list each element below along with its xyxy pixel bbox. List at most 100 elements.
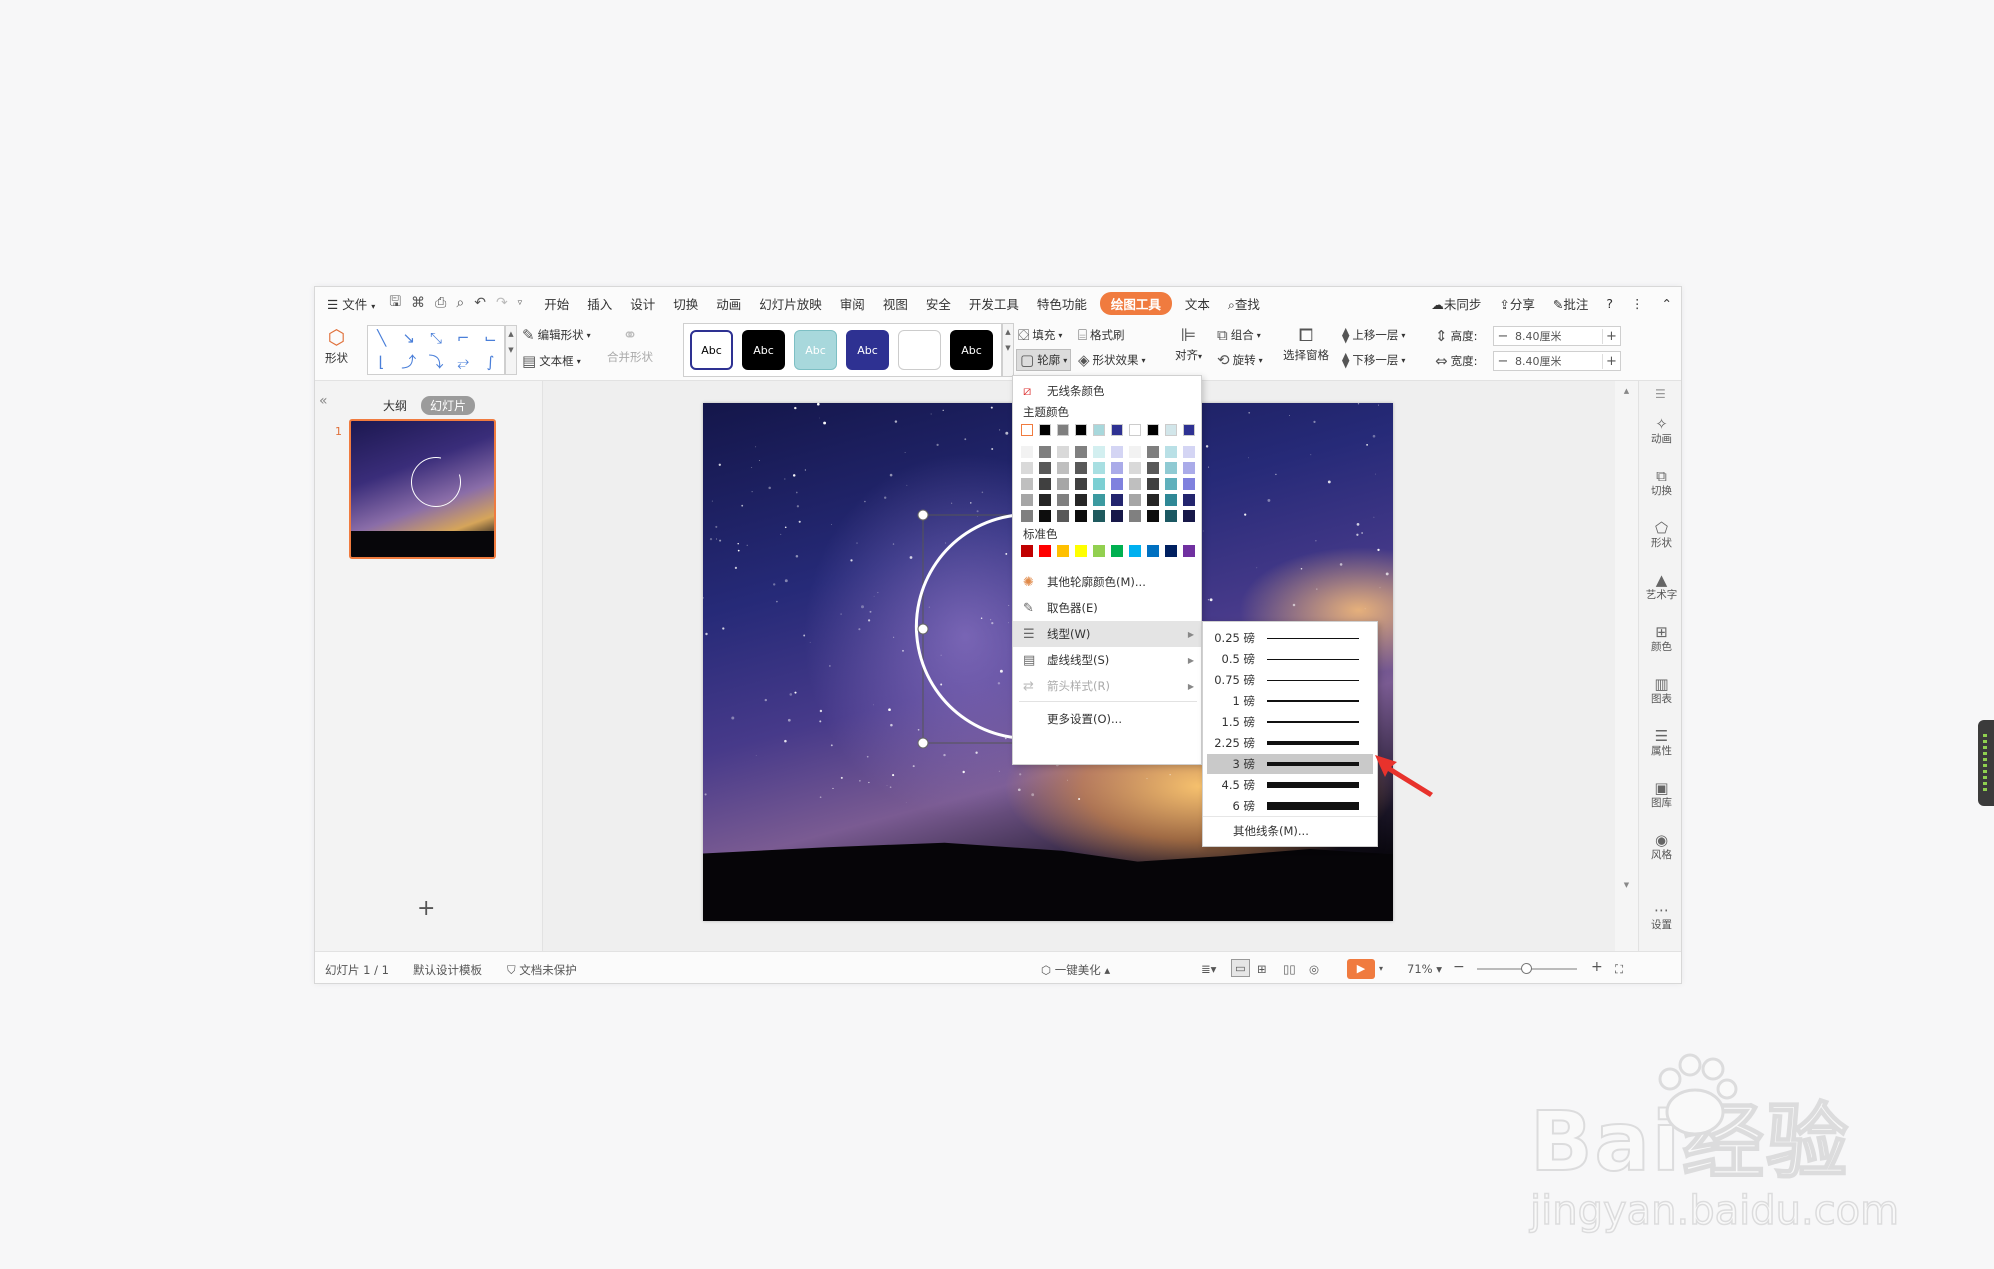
- standard-color-swatch[interactable]: [1147, 545, 1159, 557]
- collapse-panel-icon[interactable]: «: [319, 393, 328, 409]
- shade-color-swatch[interactable]: [1075, 462, 1087, 474]
- fill-button[interactable]: ⛋ 填充 ▾: [1018, 326, 1062, 344]
- shade-color-swatch[interactable]: [1093, 462, 1105, 474]
- shade-color-swatch[interactable]: [1129, 462, 1141, 474]
- style-gallery-scroll[interactable]: ▲ ▼: [1002, 323, 1014, 377]
- shade-color-swatch[interactable]: [1111, 462, 1123, 474]
- tab-5[interactable]: 幻灯片放映: [750, 294, 831, 313]
- floating-side-widget[interactable]: [1978, 720, 1994, 806]
- tool-transition[interactable]: ⧉ 切换: [1639, 467, 1681, 498]
- standard-color-swatch[interactable]: [1057, 545, 1069, 557]
- format-painter-button[interactable]: ⌸ 格式刷: [1078, 326, 1125, 344]
- undo-icon[interactable]: ↶: [469, 295, 491, 311]
- reading-view-icon[interactable]: ▯▯: [1283, 962, 1296, 976]
- shade-color-swatch[interactable]: [1147, 462, 1159, 474]
- format-painter-icon[interactable]: ⌘: [406, 295, 430, 311]
- line-weight-option[interactable]: 3 磅: [1207, 754, 1373, 774]
- pin-icon[interactable]: ☰: [1655, 387, 1666, 401]
- theme-color-swatch[interactable]: [1021, 424, 1033, 436]
- resize-handle-bottom-left[interactable]: [917, 737, 929, 749]
- width-increase-button[interactable]: +: [1602, 353, 1620, 369]
- theme-color-swatch[interactable]: [1147, 424, 1159, 436]
- customize-icon[interactable]: ▿: [513, 298, 528, 308]
- standard-color-swatch[interactable]: [1039, 545, 1051, 557]
- shade-color-swatch[interactable]: [1165, 446, 1177, 458]
- dash-type-option[interactable]: ▤ 虚线线型(S) ▶: [1013, 647, 1201, 673]
- template-name[interactable]: 默认设计模板: [413, 962, 482, 978]
- theme-color-swatch[interactable]: [1129, 424, 1141, 436]
- shade-color-swatch[interactable]: [1165, 494, 1177, 506]
- other-lines-option[interactable]: 其他线条(M)...: [1203, 816, 1377, 844]
- line-weight-option[interactable]: 0.25 磅: [1207, 628, 1373, 648]
- tool-shape[interactable]: ⬠ 形状: [1639, 519, 1681, 550]
- line-weight-option[interactable]: 0.75 磅: [1207, 670, 1373, 690]
- edit-shape-button[interactable]: ✎ 编辑形状 ▾: [522, 326, 591, 344]
- rotate-button[interactable]: ⟲ 旋转 ▾: [1217, 351, 1263, 369]
- shape-effect-button[interactable]: ◈ 形状效果 ▾: [1078, 351, 1146, 369]
- elbow-arrow-icon[interactable]: ⌙: [477, 326, 504, 350]
- width-field[interactable]: − 8.40厘米 +: [1493, 351, 1621, 371]
- style-black[interactable]: Abc: [742, 330, 785, 370]
- tab-6[interactable]: 审阅: [831, 294, 874, 313]
- fit-window-icon[interactable]: ⛶: [1615, 962, 1623, 977]
- shade-color-swatch[interactable]: [1093, 446, 1105, 458]
- shade-color-swatch[interactable]: [1057, 494, 1069, 506]
- normal-view-icon[interactable]: ▭: [1231, 959, 1250, 977]
- style-black-2[interactable]: Abc: [950, 330, 993, 370]
- style-indigo[interactable]: Abc: [846, 330, 889, 370]
- elbow-double-icon[interactable]: ⌊: [368, 350, 395, 374]
- merge-shape-button[interactable]: ⚭ 合并形状: [607, 325, 653, 365]
- shade-color-swatch[interactable]: [1111, 510, 1123, 522]
- save-icon[interactable]: 🖫: [384, 291, 406, 315]
- search-button[interactable]: ⌕查找: [1219, 294, 1269, 313]
- more-settings-option[interactable]: 更多设置(O)...: [1013, 706, 1201, 732]
- shade-color-swatch[interactable]: [1057, 446, 1069, 458]
- height-increase-button[interactable]: +: [1602, 328, 1620, 344]
- gallery-scroll[interactable]: ▲ ▼: [505, 325, 517, 375]
- tab-0[interactable]: 开始: [535, 294, 578, 313]
- theme-color-swatch[interactable]: [1057, 424, 1069, 436]
- curve-double-icon[interactable]: ⥂: [450, 350, 477, 374]
- tab-outline[interactable]: 大纲: [383, 397, 407, 414]
- line-weight-option[interactable]: 1 磅: [1207, 691, 1373, 711]
- tab-2[interactable]: 设计: [621, 294, 664, 313]
- shade-color-swatch[interactable]: [1183, 446, 1195, 458]
- shade-color-swatch[interactable]: [1183, 494, 1195, 506]
- file-menu[interactable]: ☰ 文件 ▾: [315, 294, 384, 313]
- double-arrow-shape-icon[interactable]: ⤡: [422, 326, 449, 350]
- shade-color-swatch[interactable]: [1147, 446, 1159, 458]
- shade-color-swatch[interactable]: [1057, 510, 1069, 522]
- elbow-connector-icon[interactable]: ⌐: [450, 326, 477, 350]
- line-weight-option[interactable]: 4.5 磅: [1207, 775, 1373, 795]
- tool-style[interactable]: ◉ 风格: [1639, 831, 1681, 862]
- standard-color-swatch[interactable]: [1111, 545, 1123, 557]
- shade-color-swatch[interactable]: [1093, 478, 1105, 490]
- line-weight-option[interactable]: 0.5 磅: [1207, 649, 1373, 669]
- shade-color-swatch[interactable]: [1165, 510, 1177, 522]
- shade-color-swatch[interactable]: [1183, 462, 1195, 474]
- slide-thumbnail[interactable]: [349, 419, 496, 559]
- shade-color-swatch[interactable]: [1075, 494, 1087, 506]
- shade-color-swatch[interactable]: [1111, 446, 1123, 458]
- line-weight-option[interactable]: 6 磅: [1207, 796, 1373, 816]
- textbox-button[interactable]: ▤ 文本框 ▾: [522, 352, 581, 370]
- zoom-in-button[interactable]: +: [1591, 959, 1603, 975]
- arrow-line-shape-icon[interactable]: ↘: [395, 326, 422, 350]
- theme-color-swatch[interactable]: [1039, 424, 1051, 436]
- shade-color-swatch[interactable]: [1039, 510, 1051, 522]
- shade-color-swatch[interactable]: [1021, 510, 1033, 522]
- bring-forward-button[interactable]: ⧫ 上移一层 ▾: [1342, 326, 1405, 344]
- shade-color-swatch[interactable]: [1039, 494, 1051, 506]
- tab-1[interactable]: 插入: [578, 294, 621, 313]
- shade-color-swatch[interactable]: [1075, 446, 1087, 458]
- tool-gallery[interactable]: ▣ 图库: [1639, 779, 1681, 810]
- shade-color-swatch[interactable]: [1129, 478, 1141, 490]
- tab-9[interactable]: 开发工具: [960, 294, 1028, 313]
- shade-color-swatch[interactable]: [1111, 494, 1123, 506]
- shade-color-swatch[interactable]: [1021, 478, 1033, 490]
- standard-color-swatch[interactable]: [1093, 545, 1105, 557]
- no-line-color[interactable]: ⧄ 无线条颜色: [1013, 380, 1201, 402]
- help-button[interactable]: ?: [1597, 296, 1622, 311]
- presenter-view-icon[interactable]: ◎: [1309, 962, 1319, 976]
- collapse-icon[interactable]: ⌃: [1653, 296, 1681, 311]
